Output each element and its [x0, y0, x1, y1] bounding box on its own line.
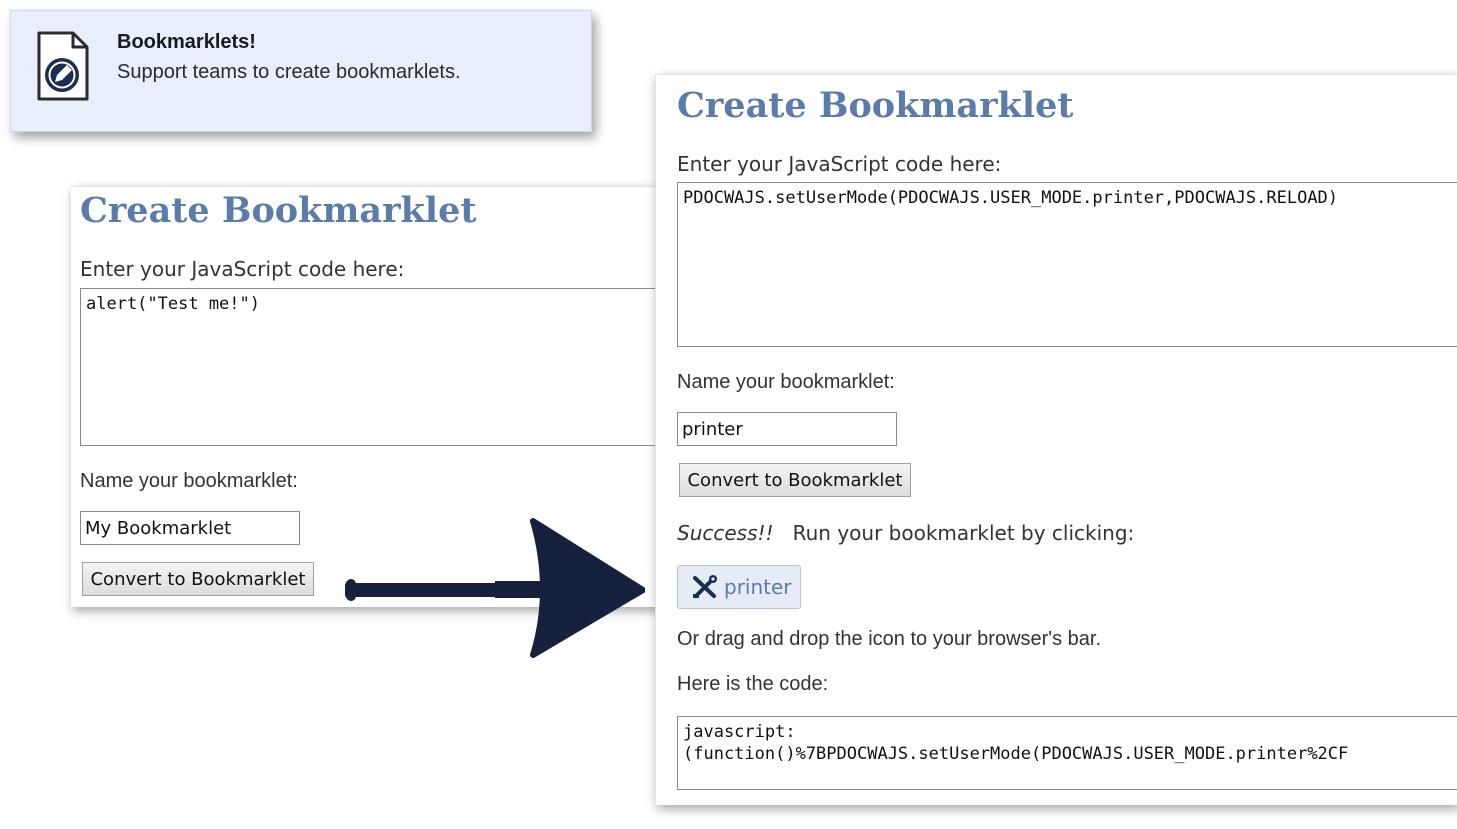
code-label: Enter your JavaScript code here:: [80, 257, 405, 281]
create-bookmarklet-panel-after: Create Bookmarklet Enter your JavaScript…: [655, 74, 1457, 805]
notification-title: Bookmarklets!: [117, 31, 256, 53]
code-output-label: Here is the code:: [677, 673, 829, 695]
notification-card: Bookmarklets! Support teams to create bo…: [10, 10, 592, 132]
name-label: Name your bookmarklet:: [80, 470, 298, 492]
convert-button[interactable]: Convert to Bookmarklet: [82, 562, 314, 596]
bookmarklet-name-input[interactable]: printer: [677, 412, 897, 446]
drag-hint: Or drag and drop the icon to your browse…: [677, 628, 1102, 650]
convert-button[interactable]: Convert to Bookmarklet: [679, 463, 911, 497]
success-message: Success!! Run your bookmarklet by clicki…: [677, 521, 1134, 545]
name-label: Name your bookmarklet:: [677, 371, 895, 393]
success-text: Run your bookmarklet by clicking:: [792, 521, 1135, 545]
arrow-right-icon: [345, 518, 645, 658]
code-label: Enter your JavaScript code here:: [677, 152, 1002, 176]
page-title: Create Bookmarklet: [80, 190, 477, 231]
code-textarea[interactable]: alert("Test me!"): [80, 288, 671, 446]
bookmarklet-link-button[interactable]: printer: [677, 565, 801, 609]
bookmarklet-name-input[interactable]: My Bookmarklet: [80, 511, 300, 545]
notification-subtitle: Support teams to create bookmarklets.: [117, 61, 461, 83]
tools-icon: [693, 575, 717, 598]
code-output-line: (function()%7BPDOCWAJS.setUserMode(PDOCW…: [683, 744, 1349, 764]
code-output-line: javascript:: [683, 722, 796, 742]
success-word: Success!!: [677, 521, 774, 545]
code-output-textarea[interactable]: javascript: (function()%7BPDOCWAJS.setUse…: [677, 716, 1457, 790]
bookmarklet-link-label: printer: [724, 575, 792, 599]
page-title: Create Bookmarklet: [677, 85, 1074, 126]
document-pencil-icon: [37, 31, 89, 101]
code-textarea[interactable]: PDOCWAJS.setUserMode(PDOCWAJS.USER_MODE.…: [677, 182, 1457, 347]
